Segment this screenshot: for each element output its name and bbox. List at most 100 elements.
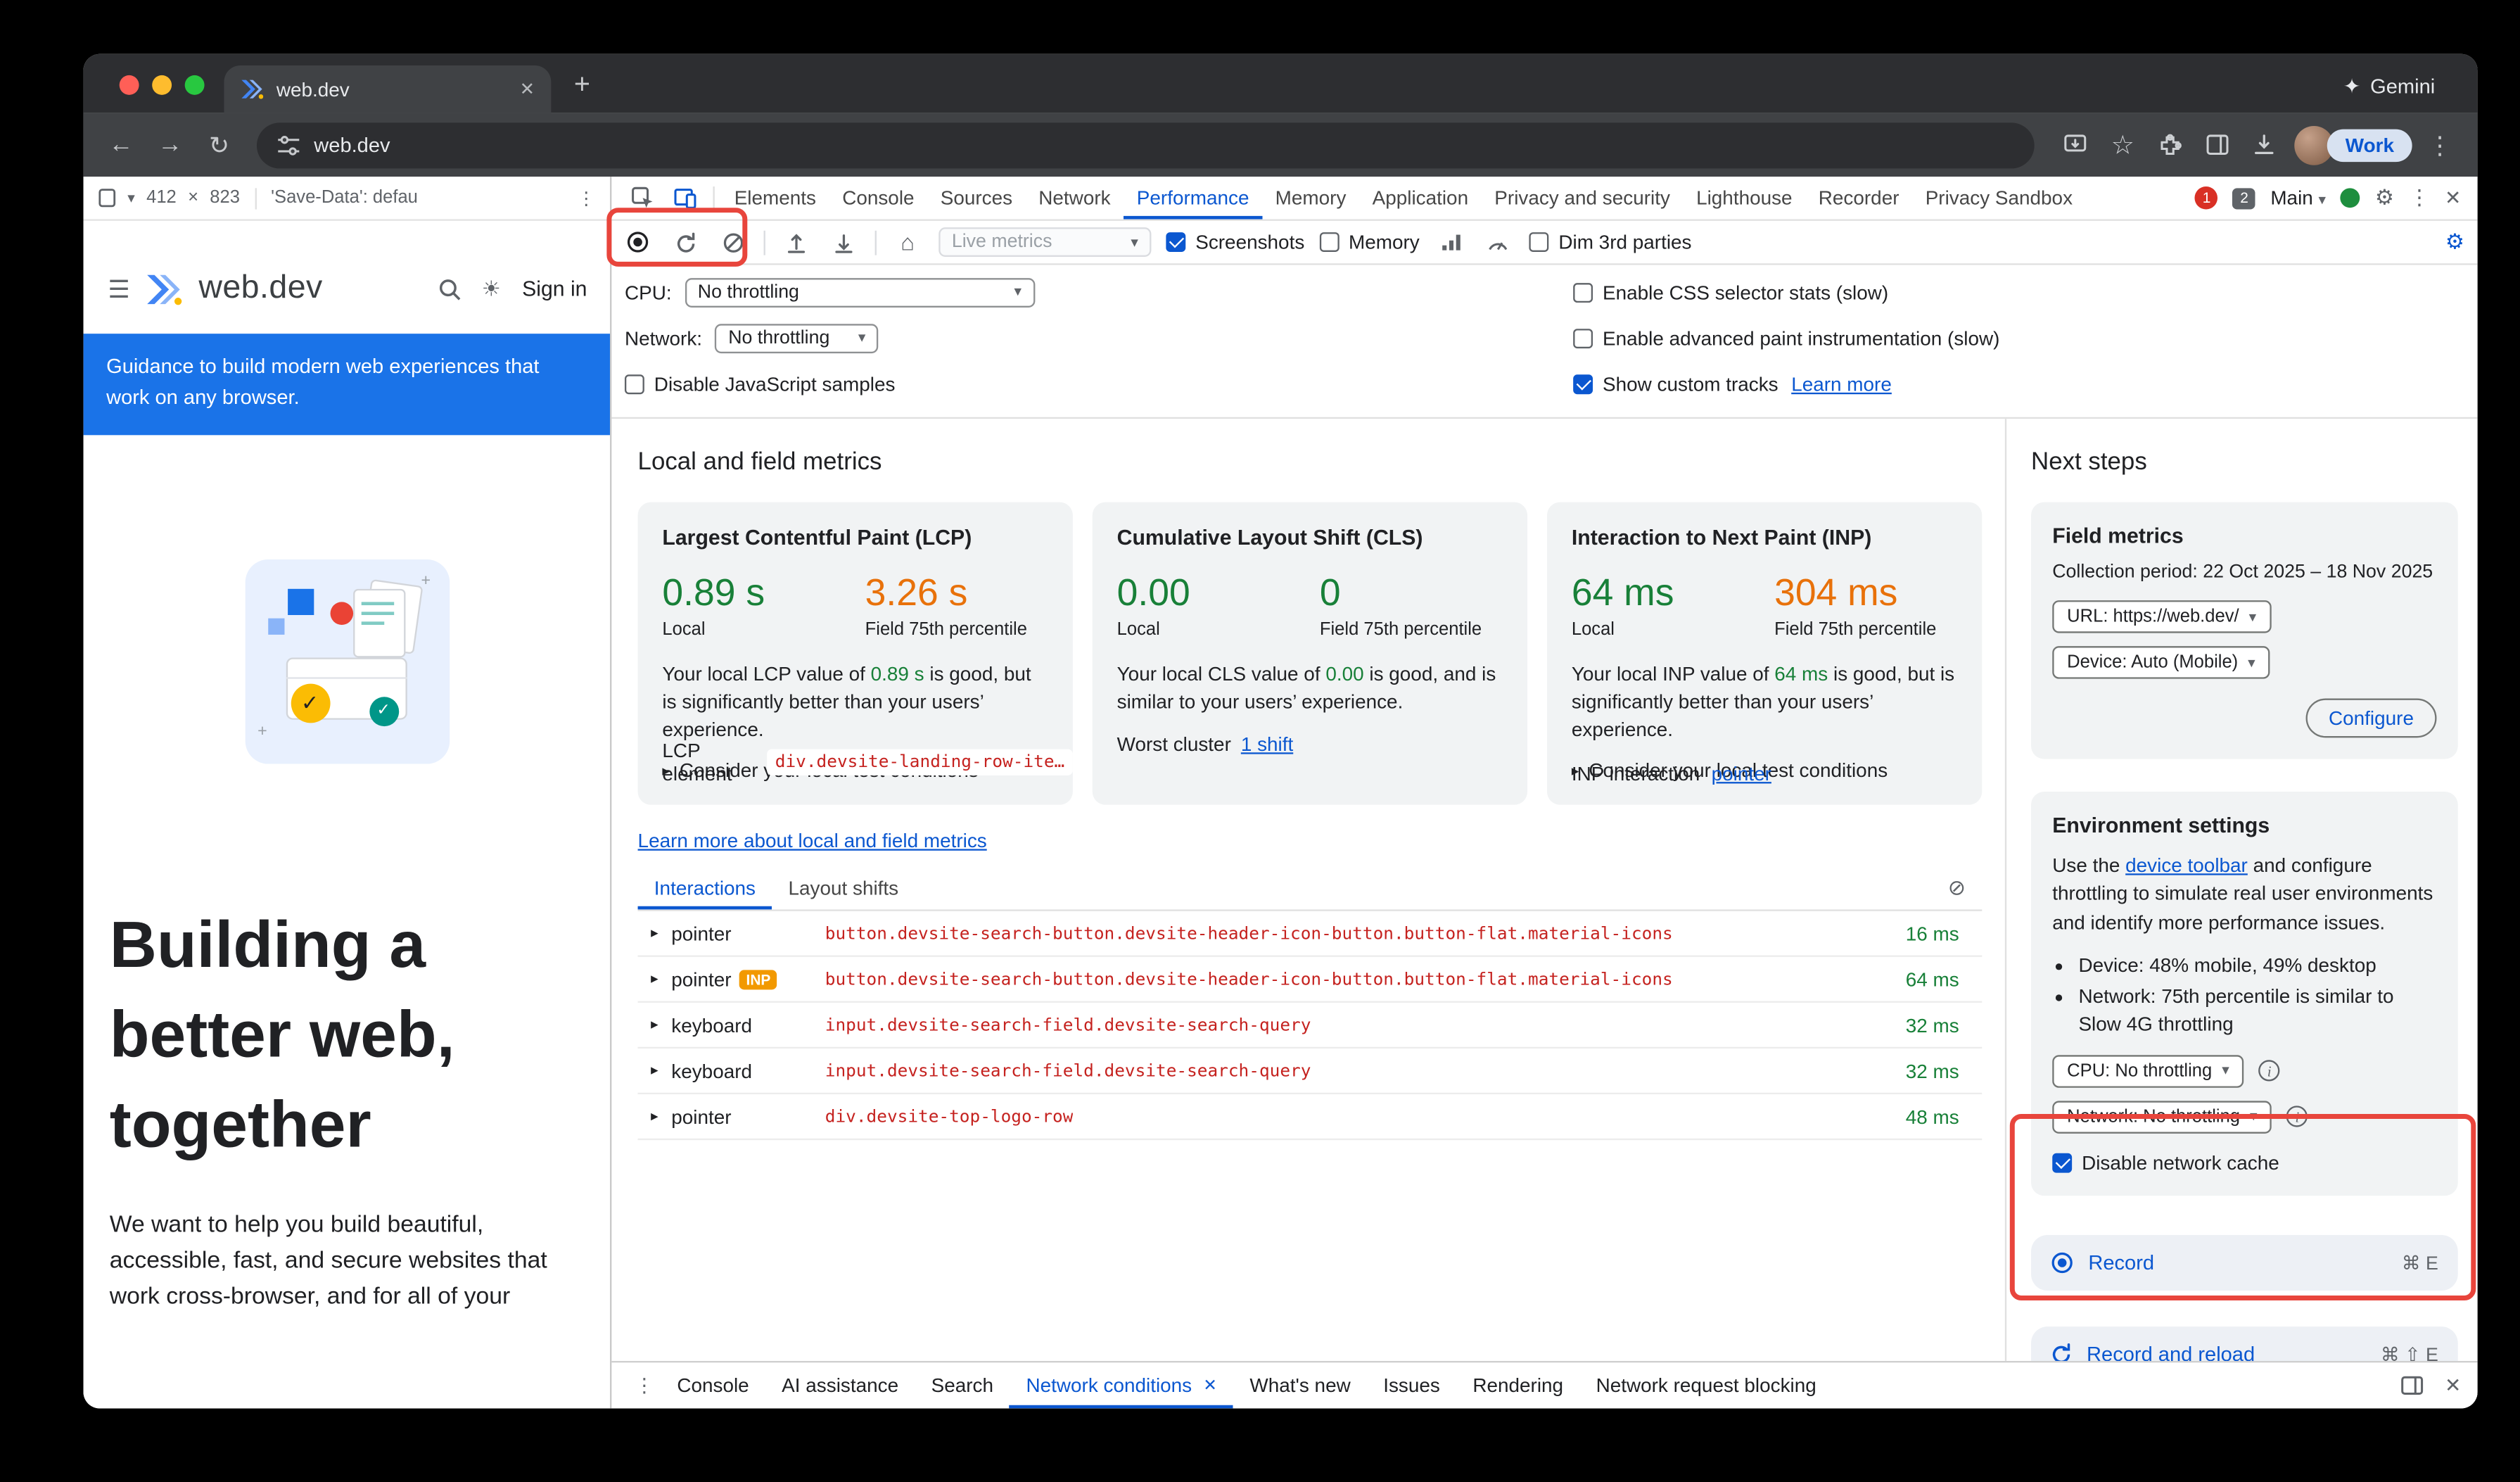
cpu-info-icon[interactable] xyxy=(2259,1060,2280,1082)
expander-arrow-icon[interactable]: ▸ xyxy=(651,924,658,942)
browser-tab[interactable]: web.dev ✕ xyxy=(224,65,551,113)
devtools-settings-icon[interactable]: ⚙ xyxy=(2375,185,2394,211)
drawer-tab-network-request-blocking[interactable]: Network request blocking xyxy=(1579,1362,1833,1408)
perf-settings-gear-icon[interactable]: ⚙ xyxy=(2445,229,2464,255)
device-toolbar-menu-icon[interactable]: ⋮ xyxy=(578,187,596,208)
issues-count-badge[interactable]: 2 xyxy=(2233,187,2256,208)
cpu-throttling-select[interactable]: No throttling▾ xyxy=(685,277,1034,307)
disable-js-samples-checkbox[interactable]: Disable JavaScript samples xyxy=(625,372,895,395)
back-button[interactable]: ← xyxy=(100,131,142,159)
webdev-logo-icon[interactable] xyxy=(145,272,184,305)
expander-arrow-icon[interactable]: ▸ xyxy=(651,1062,658,1080)
announcement-banner[interactable]: Guidance to build modern web experiences… xyxy=(84,334,610,434)
expander-arrow-icon[interactable]: ▸ xyxy=(651,970,658,988)
clear-icon[interactable] xyxy=(716,232,749,253)
disable-network-cache-checkbox[interactable]: Disable network cache xyxy=(2052,1151,2436,1174)
downloads-icon[interactable] xyxy=(2254,134,2275,156)
screenshots-checkbox[interactable]: Screenshots xyxy=(1166,231,1304,254)
drawer-tab-network-conditions[interactable]: Network conditions ✕ xyxy=(1010,1362,1233,1408)
gemini-button[interactable]: ✦ Gemini xyxy=(2343,74,2435,99)
checkbox-unchecked-icon[interactable] xyxy=(1529,232,1549,252)
device-toolbar-toggle-icon[interactable] xyxy=(664,177,706,219)
memory-checkbox[interactable]: Memory xyxy=(1319,231,1420,254)
save-profile-icon[interactable] xyxy=(827,232,860,253)
worst-cluster-link[interactable]: 1 shift xyxy=(1241,732,1293,755)
record-and-reload-icon[interactable] xyxy=(669,232,701,253)
paint-instrumentation-checkbox[interactable]: Enable advanced paint instrumentation (s… xyxy=(1573,327,1999,350)
record-and-reload-button[interactable]: Record and reload ⌘ ⇧ E xyxy=(2031,1326,2458,1361)
drawer-tab-console[interactable]: Console xyxy=(661,1362,765,1408)
tab-console[interactable]: Console xyxy=(829,177,928,219)
dock-side-icon[interactable] xyxy=(2400,1376,2424,1395)
css-selector-stats-checkbox[interactable]: Enable CSS selector stats (slow) xyxy=(1573,281,1888,304)
checkbox-checked-icon[interactable] xyxy=(1573,374,1593,393)
checkbox-checked-icon[interactable] xyxy=(1166,232,1185,252)
reload-button[interactable]: ↻ xyxy=(198,130,240,160)
save-data-dropdown[interactable]: 'Save-Data': defau xyxy=(271,188,418,208)
checkbox-unchecked-icon[interactable] xyxy=(1319,232,1339,252)
browser-menu-icon[interactable]: ⋮ xyxy=(2419,130,2461,160)
tab-elements[interactable]: Elements xyxy=(721,177,829,219)
tab-layout-shifts[interactable]: Layout shifts xyxy=(772,867,915,909)
device-height-value[interactable]: 823 xyxy=(210,188,240,208)
interaction-row[interactable]: ▸ pointer button.devsite-search-button.d… xyxy=(638,911,1983,957)
device-width-value[interactable]: 412 xyxy=(146,188,177,208)
configure-button[interactable]: Configure xyxy=(2305,699,2436,738)
checkbox-unchecked-icon[interactable] xyxy=(625,374,644,393)
interaction-row[interactable]: ▸ pointerINP button.devsite-search-butto… xyxy=(638,957,1983,1003)
field-url-select[interactable]: URL: https://web.dev/▾ xyxy=(2052,600,2271,633)
profile-label[interactable]: Work xyxy=(2327,128,2412,160)
maximize-window-button[interactable] xyxy=(185,75,205,95)
show-custom-tracks-checkbox[interactable]: Show custom tracks xyxy=(1573,372,1778,395)
close-drawer-icon[interactable]: ✕ xyxy=(2445,1374,2461,1398)
tab-memory[interactable]: Memory xyxy=(1262,177,1359,219)
drawer-tab-issues[interactable]: Issues xyxy=(1367,1362,1456,1408)
device-type-icon[interactable] xyxy=(98,188,116,208)
tab-sources[interactable]: Sources xyxy=(927,177,1026,219)
checkbox-unchecked-icon[interactable] xyxy=(1573,328,1593,348)
env-network-select[interactable]: Network: No throttling▾ xyxy=(2052,1101,2272,1133)
inspect-element-icon[interactable] xyxy=(621,177,663,219)
tab-privacy-sandbox[interactable]: Privacy Sandbox xyxy=(1912,177,2086,219)
expander-arrow-icon[interactable]: ▸ xyxy=(651,1108,658,1126)
tab-interactions[interactable]: Interactions xyxy=(638,867,772,909)
minimize-window-button[interactable] xyxy=(152,75,172,95)
record-icon[interactable] xyxy=(621,231,654,254)
hamburger-menu-icon[interactable]: ☰ xyxy=(108,274,129,303)
bookmark-star-icon[interactable]: ☆ xyxy=(2111,128,2134,160)
drawer-tab-search[interactable]: Search xyxy=(915,1362,1010,1408)
record-button[interactable]: Record ⌘ E xyxy=(2031,1234,2458,1290)
checkbox-unchecked-icon[interactable] xyxy=(1573,282,1593,302)
webdev-logo-text[interactable]: web.dev xyxy=(198,270,322,308)
site-settings-icon[interactable] xyxy=(278,135,299,155)
drawer-tab-whats-new[interactable]: What's new xyxy=(1233,1362,1367,1408)
interaction-row[interactable]: ▸ keyboard input.devsite-search-field.de… xyxy=(638,1003,1983,1049)
load-profile-icon[interactable] xyxy=(780,232,813,253)
tab-network[interactable]: Network xyxy=(1026,177,1124,219)
inp-interaction-link[interactable]: pointer xyxy=(1712,762,1771,785)
home-icon[interactable]: ⌂ xyxy=(891,229,924,255)
tab-lighthouse[interactable]: Lighthouse xyxy=(1683,177,1805,219)
tab-application[interactable]: Application xyxy=(1359,177,1482,219)
env-cpu-select[interactable]: CPU: No throttling▾ xyxy=(2052,1055,2244,1087)
close-drawer-tab-icon[interactable]: ✕ xyxy=(1203,1376,1217,1395)
interaction-row[interactable]: ▸ pointer div.devsite-top-logo-row 48 ms xyxy=(638,1094,1983,1140)
field-device-select[interactable]: Device: Auto (Mobile)▾ xyxy=(2052,646,2270,678)
drawer-tab-ai-assistance[interactable]: AI assistance xyxy=(765,1362,915,1408)
device-toolbar-link[interactable]: device toolbar xyxy=(2125,854,2248,877)
address-bar[interactable]: web.dev xyxy=(257,122,2034,167)
network-throttling-select[interactable]: No throttling▾ xyxy=(715,323,879,353)
custom-tracks-learn-more-link[interactable]: Learn more xyxy=(1791,372,1892,395)
tab-close-icon[interactable]: ✕ xyxy=(520,79,535,100)
network-info-icon[interactable] xyxy=(2286,1106,2308,1127)
expander-arrow-icon[interactable]: ▸ xyxy=(651,1016,658,1034)
checkbox-checked-icon[interactable] xyxy=(2052,1153,2072,1172)
cpu-throttle-icon[interactable] xyxy=(1482,233,1514,251)
error-count-badge[interactable]: 1 xyxy=(2195,186,2218,210)
dim-3rd-parties-checkbox[interactable]: Dim 3rd parties xyxy=(1529,231,1692,254)
lcp-element-link[interactable]: div.devsite-landing-row-ite… xyxy=(767,749,1073,775)
new-tab-button[interactable]: + xyxy=(574,69,590,101)
tab-recorder[interactable]: Recorder xyxy=(1805,177,1912,219)
sign-in-link[interactable]: Sign in xyxy=(522,277,587,301)
search-icon[interactable] xyxy=(438,277,461,300)
